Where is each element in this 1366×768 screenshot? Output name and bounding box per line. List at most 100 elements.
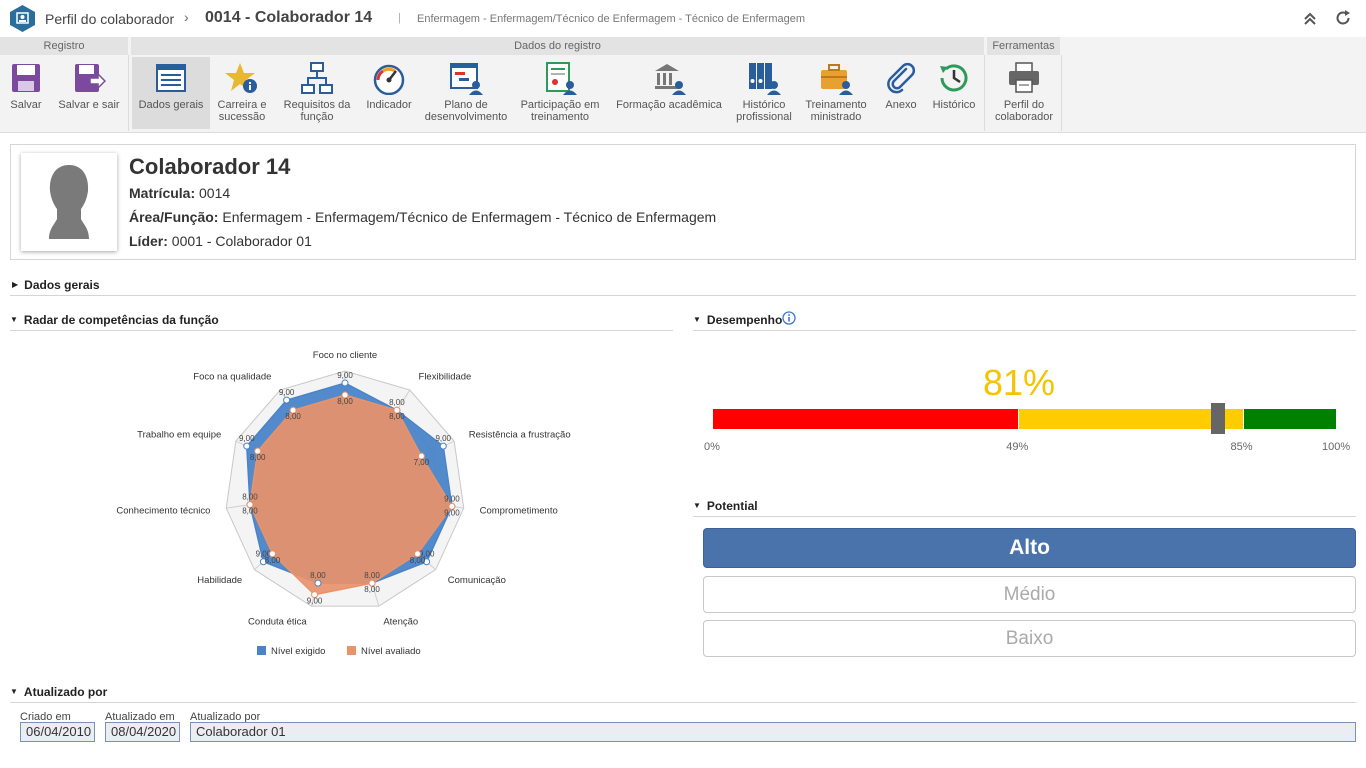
section-dados-gerais[interactable]: ▶ Dados gerais <box>12 278 100 292</box>
radar-category-label: Foco no cliente <box>313 350 377 361</box>
radar-value-label: 8,00 <box>250 453 266 462</box>
radar-category-label: Conduta ética <box>248 616 307 627</box>
tab-treinamento-ministrado[interactable]: Treinamento ministrado <box>800 57 872 129</box>
radar-value-label: 9,00 <box>435 434 451 443</box>
area-row: Área/Função: Enfermagem - Enfermagem/Téc… <box>129 209 716 225</box>
tab-treinamento-label-1: Treinamento <box>805 99 867 111</box>
save-button[interactable]: Salvar <box>4 57 48 129</box>
potential-option-alto[interactable]: Alto <box>703 528 1356 568</box>
print-profile-label-2: colaborador <box>994 111 1054 123</box>
divider <box>693 330 1356 331</box>
tab-formacao-label: Formação acadêmica <box>616 99 722 111</box>
section-dados-gerais-label: Dados gerais <box>24 278 100 292</box>
radar-point <box>341 379 349 387</box>
tab-historico[interactable]: Histórico <box>928 57 980 129</box>
tab-participacao-treinamento[interactable]: Participação em treinamento <box>518 57 602 129</box>
section-potential[interactable]: ▼ Potential <box>693 499 758 513</box>
lider-label: Líder: <box>129 233 168 249</box>
history-clock-icon <box>940 64 968 92</box>
section-atualizado[interactable]: ▼ Atualizado por <box>10 685 107 699</box>
divider <box>693 516 1356 517</box>
ribbon-divider <box>1061 55 1062 131</box>
tab-requisitos-label-2: função <box>300 111 334 123</box>
ribbon-group-registro: Registro <box>0 37 128 55</box>
save-and-exit-button[interactable]: Salvar e sair <box>54 57 124 129</box>
matricula-value: 0014 <box>199 185 231 201</box>
performance-segment-green <box>1243 409 1336 429</box>
binders-person-icon <box>749 63 781 95</box>
performance-segment-yellow <box>1019 409 1243 429</box>
performance-value: 81% <box>983 362 1056 403</box>
ribbon-group-ferramentas: Ferramentas <box>987 37 1060 55</box>
collapse-chevrons-icon[interactable] <box>1300 8 1320 28</box>
tab-historico-profissional[interactable]: Histórico profissional <box>732 57 796 129</box>
section-radar[interactable]: ▼ Radar de competências da função <box>10 313 219 327</box>
person-silhouette-icon <box>49 165 89 239</box>
lider-row: Líder: 0001 - Colaborador 01 <box>129 233 312 249</box>
potential-option-medio[interactable]: Médio <box>703 576 1356 613</box>
potential-option-baixo[interactable]: Baixo <box>703 620 1356 657</box>
ribbon-toolbar: Registro Dados do registro Ferramentas S… <box>0 37 1366 133</box>
tab-historico-label: Histórico <box>932 99 976 111</box>
print-profile-button[interactable]: Perfil do colaborador <box>990 57 1058 129</box>
tab-dados-gerais-label: Dados gerais <box>138 99 204 111</box>
tab-formacao-academica[interactable]: Formação acadêmica <box>612 57 726 129</box>
performance-tick-label: 49% <box>1006 441 1029 453</box>
radar-category-label: Flexibilidade <box>419 372 472 383</box>
radar-value-label: 8,00 <box>364 585 380 594</box>
tab-requisitos-funcao[interactable]: Requisitos da função <box>280 57 354 129</box>
radar-value-label: 8,00 <box>410 556 426 565</box>
gauge-icon <box>373 64 405 95</box>
performance-tick-label: 0% <box>704 441 720 453</box>
collapse-triangle-icon: ▼ <box>10 315 18 324</box>
radar-value-label: 8,00 <box>337 397 353 406</box>
radar-value-label: 8,00 <box>285 412 301 421</box>
radar-value-label: 8,00 <box>310 571 326 580</box>
radar-category-label: Comunicação <box>448 575 506 586</box>
ribbon-divider <box>984 55 985 131</box>
radar-category-label: Trabalho em equipe <box>137 430 221 441</box>
tab-plano-label-1: Plano de <box>444 99 488 111</box>
matricula-row: Matrícula: 0014 <box>129 185 230 201</box>
ribbon-divider <box>128 55 129 131</box>
title-bar: Perfil do colaborador › 0014 - Colaborad… <box>0 0 1366 37</box>
competency-radar-chart: 9,00 8,00 9,00 9,00 9,00 8,00 8,00 9,00 8,00 9,00… <box>116 350 570 657</box>
divider <box>10 330 673 331</box>
tab-anexo[interactable]: Anexo <box>880 57 922 129</box>
save-exit-icon <box>75 64 106 92</box>
printer-icon <box>1009 62 1039 93</box>
section-desempenho[interactable]: ▼ Desempenho <box>693 313 782 327</box>
divider <box>10 295 1356 296</box>
org-chart-icon <box>301 62 333 94</box>
area-value: Enfermagem - Enfermagem/Técnico de Enfer… <box>222 209 717 225</box>
app-hexagon-icon <box>10 5 35 32</box>
info-icon[interactable] <box>782 311 796 325</box>
divider <box>10 702 1356 703</box>
breadcrumb-chevron-icon: › <box>184 9 189 25</box>
updated-by-field: Colaborador 01 <box>190 722 1356 742</box>
section-radar-label: Radar de competências da função <box>23 313 219 327</box>
tab-indicador[interactable]: Indicador <box>362 57 416 129</box>
print-profile-label-1: Perfil do <box>1003 99 1045 111</box>
section-potential-label: Potential <box>706 499 758 513</box>
save-button-label: Salvar <box>10 99 42 111</box>
tab-dados-gerais[interactable]: Dados gerais <box>132 57 210 129</box>
star-info-icon <box>225 63 257 93</box>
radar-category-label: Habilidade <box>197 575 242 586</box>
tab-requisitos-label-1: Requisitos da <box>283 99 351 111</box>
tab-historico-prof-label-1: Histórico <box>742 99 786 111</box>
section-desempenho-label: Desempenho <box>706 313 783 327</box>
updated-field: 08/04/2020 <box>105 722 180 742</box>
matricula-label: Matrícula: <box>129 185 196 201</box>
area-label: Área/Função: <box>129 209 219 225</box>
performance-segment-red <box>713 409 1019 429</box>
lider-value: 0001 - Colaborador 01 <box>171 233 312 249</box>
refresh-icon[interactable] <box>1333 8 1353 28</box>
record-subtitle: Enfermagem - Enfermagem/Técnico de Enfer… <box>417 13 806 25</box>
radar-value-label: 8,00 <box>242 493 258 502</box>
institution-icon <box>655 64 686 95</box>
tab-carreira-sucessao[interactable]: Carreira e sucessão <box>212 57 272 129</box>
expand-triangle-icon: ▶ <box>12 280 19 289</box>
tab-plano-desenvolvimento[interactable]: Plano de desenvolvimento <box>420 57 512 129</box>
tab-carreira-label-1: Carreira e <box>217 99 267 111</box>
